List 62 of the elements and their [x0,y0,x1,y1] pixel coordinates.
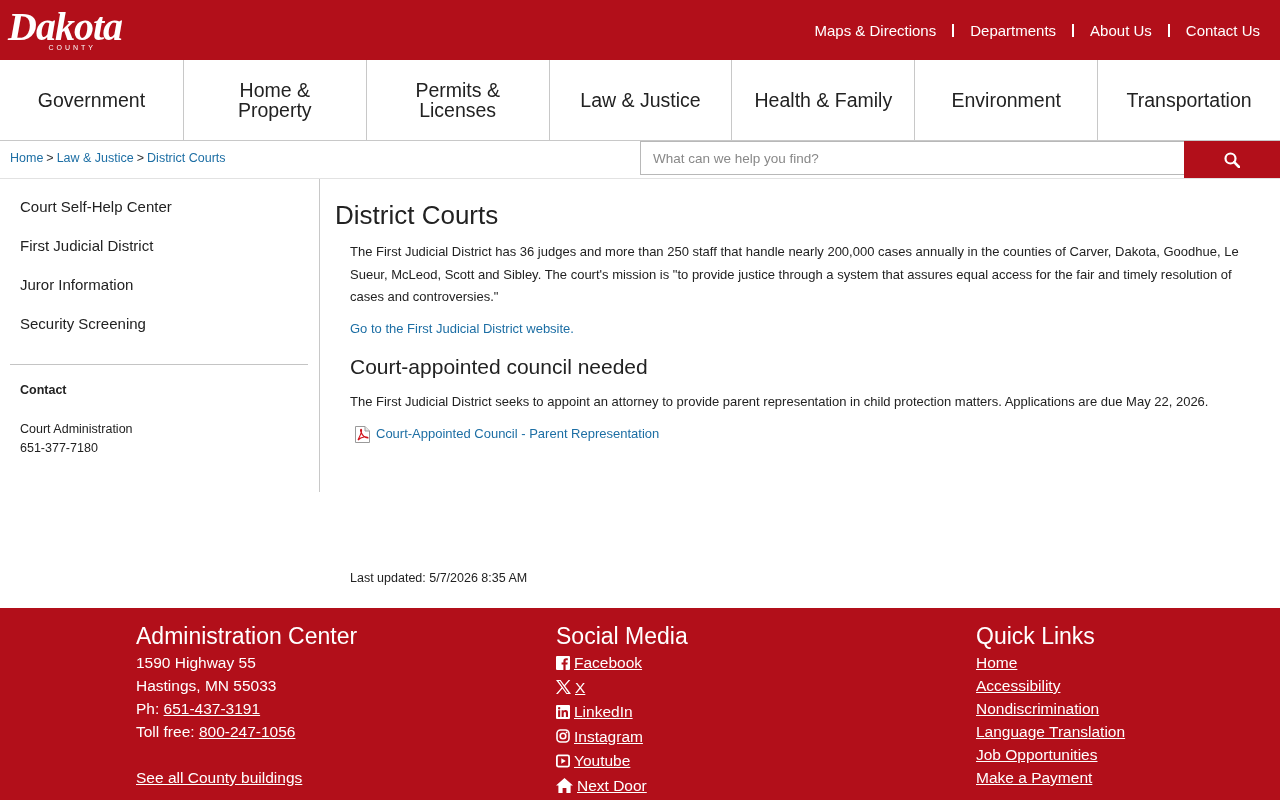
social-link[interactable]: Next Door [556,773,647,797]
document-link[interactable]: Court-Appointed Council - Parent Representation [376,424,660,444]
pdf-icon [355,425,370,443]
quick-link[interactable]: Nondiscrimination [976,700,1100,717]
address-line: 1590 Highway 55 [136,653,257,673]
nav-link[interactable]: Environment [914,60,1098,140]
facebook-icon [556,655,570,670]
contact-heading: Contact [20,382,68,398]
x-logo-icon [556,680,571,694]
instagram-icon [556,729,570,743]
search-button[interactable] [1184,141,1280,178]
social-link[interactable]: Facebook [556,651,643,674]
content-link[interactable]: Go to the First Judicial District website. [350,320,574,336]
sidebar-link[interactable]: Juror Information [20,276,134,293]
buildings-link[interactable]: See all County buildings [136,769,303,786]
sidebar-link[interactable]: First Judicial District [20,237,154,254]
nav-link[interactable]: Transportation [1097,60,1280,140]
contact-text: Court Administration [20,421,134,438]
phone-link[interactable]: 800-247-1056 [198,723,296,740]
address-line: Hastings, MN 55033 [136,676,278,696]
phone-label: Toll free: [136,723,195,740]
nav-link[interactable]: Law & Justice [548,60,732,140]
phone-link[interactable]: 651-437-3191 [163,700,261,717]
search-icon [1224,151,1240,168]
house-icon [556,777,573,793]
nav-link[interactable]: Government [0,60,183,140]
quick-link[interactable]: Home [976,654,1018,671]
footer-heading: Social Media [556,622,689,651]
breadcrumb-link[interactable]: Law & Justice [56,150,134,165]
quick-link[interactable]: Job Opportunities [976,746,1098,763]
footer-heading: Quick Links [976,622,1096,651]
header-link[interactable]: Maps & Directions [814,21,937,39]
breadcrumb-link[interactable]: District Courts [147,150,226,165]
breadcrumb-link[interactable]: Home [10,150,44,165]
nav-link[interactable]: Health & Family [731,60,915,140]
social-link[interactable]: LinkedIn [556,700,633,723]
header-link[interactable]: About Us [1090,21,1152,39]
breadcrumb-separator: > [136,150,145,165]
youtube-icon [556,753,570,768]
section-heading: Court-appointed council needed [350,353,649,380]
page-title: District Courts [335,199,500,231]
last-updated-text: Last updated: 5/7/2026 8:35 AM [350,570,529,587]
body-paragraph: The First Judicial District has 36 judges and more than 250 staff that handle nearly 200,000 cases annually in the counties of Carver, Dakota, Goodhue, Le Sueur, McLeod, Scott and Sibley. The court's mission is "to provide justice through a system that assures equal access for the fair and timely resolution of cases and controversies." [350,243,1240,306]
quick-link[interactable]: Make a Payment [976,769,1093,786]
body-paragraph: The First Judicial District seeks to appoint an attorney to provide parent representation in child protection matters. Applications are due May 22, 2026. [350,392,1210,411]
social-link[interactable]: X [556,675,586,699]
nav-link[interactable]: Home & Property [182,60,366,140]
social-link[interactable]: Youtube [556,749,631,772]
header-link[interactable]: Contact Us [1185,21,1260,39]
linkedin-icon [556,704,570,719]
sidebar-link[interactable]: Security Screening [20,315,146,332]
breadcrumb-separator: > [46,150,54,165]
social-link[interactable]: Instagram [556,724,643,748]
quick-link[interactable]: Language Translation [976,723,1126,740]
header-link[interactable]: Departments [970,21,1057,39]
footer-heading: Administration Center [136,622,359,651]
phone-label: Ph: [136,700,160,717]
contact-text: 651-377-7180 [20,440,99,457]
search-field[interactable]: What can we help you find? [640,141,1184,175]
quick-link[interactable]: Accessibility [976,677,1061,694]
nav-link[interactable]: Permits & Licenses [365,60,549,140]
sidebar-link[interactable]: Court Self-Help Center [20,198,172,215]
